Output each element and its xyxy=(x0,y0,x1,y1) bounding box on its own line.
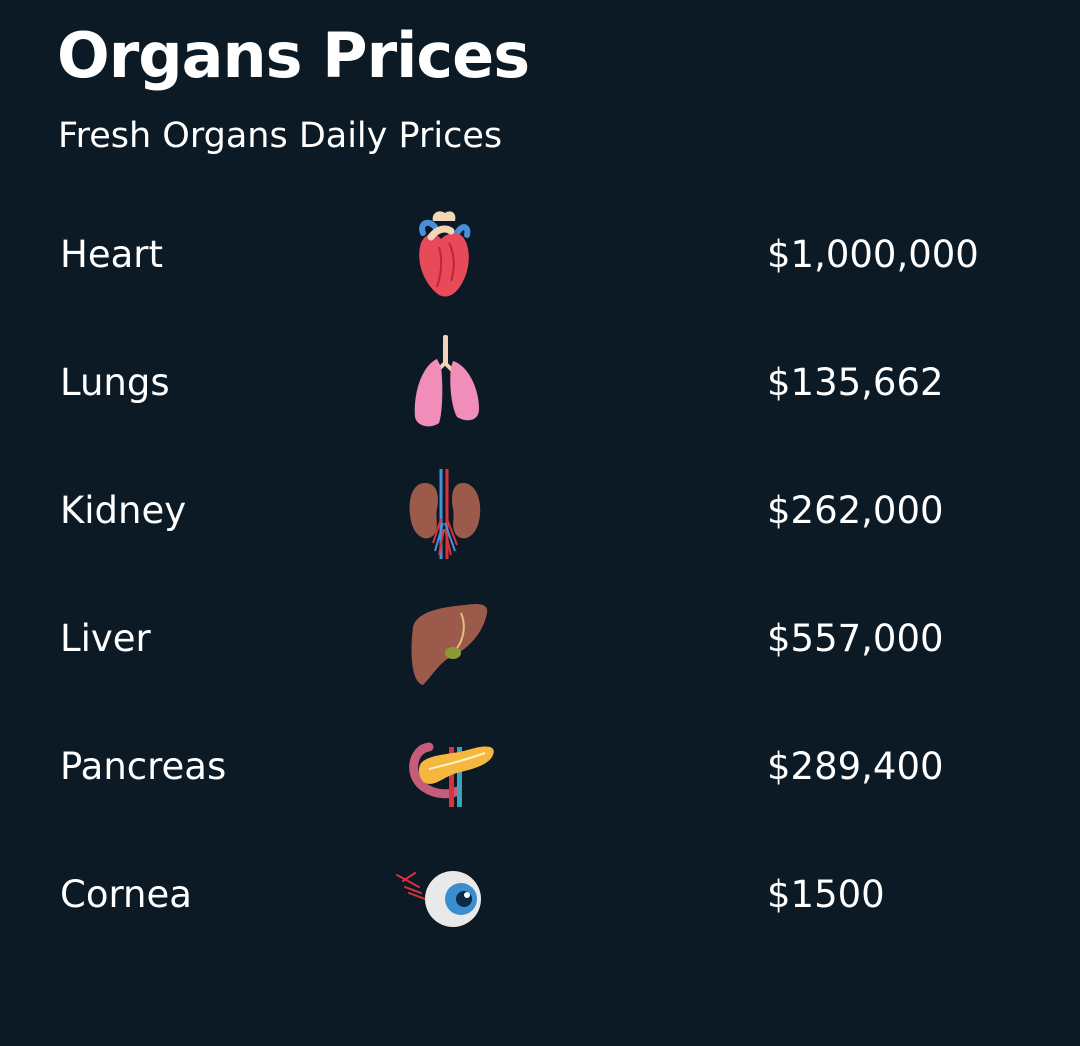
organ-row-liver: Liver $557,000 xyxy=(0,587,1080,687)
heart-icon xyxy=(395,203,495,303)
lungs-icon xyxy=(395,331,495,431)
organ-row-kidney: Kidney $262,000 xyxy=(0,459,1080,559)
organ-price: $1500 xyxy=(767,873,885,916)
eye-icon xyxy=(395,843,495,943)
organ-name: Cornea xyxy=(60,873,192,916)
organ-row-pancreas: Pancreas $289,400 xyxy=(0,715,1080,815)
organ-row-cornea: Cornea $1500 xyxy=(0,843,1080,943)
organ-price: $1,000,000 xyxy=(767,233,979,276)
organ-price-list: Organs Prices Fresh Organs Daily Prices … xyxy=(0,0,1080,1046)
organ-price: $262,000 xyxy=(767,489,944,532)
page-title: Organs Prices xyxy=(57,19,530,92)
organ-price: $557,000 xyxy=(767,617,944,660)
pancreas-icon xyxy=(395,715,495,815)
organ-price: $135,662 xyxy=(767,361,944,404)
organ-name: Liver xyxy=(60,617,151,660)
kidney-icon xyxy=(395,459,495,559)
organ-row-heart: Heart $1,000,000 xyxy=(0,203,1080,303)
liver-icon xyxy=(395,587,495,687)
organ-row-lungs: Lungs $135,662 xyxy=(0,331,1080,431)
organ-price: $289,400 xyxy=(767,745,944,788)
organ-name: Lungs xyxy=(60,361,170,404)
organ-name: Heart xyxy=(60,233,163,276)
page-subtitle: Fresh Organs Daily Prices xyxy=(58,116,503,156)
organ-name: Kidney xyxy=(60,489,187,532)
organ-name: Pancreas xyxy=(60,745,227,788)
